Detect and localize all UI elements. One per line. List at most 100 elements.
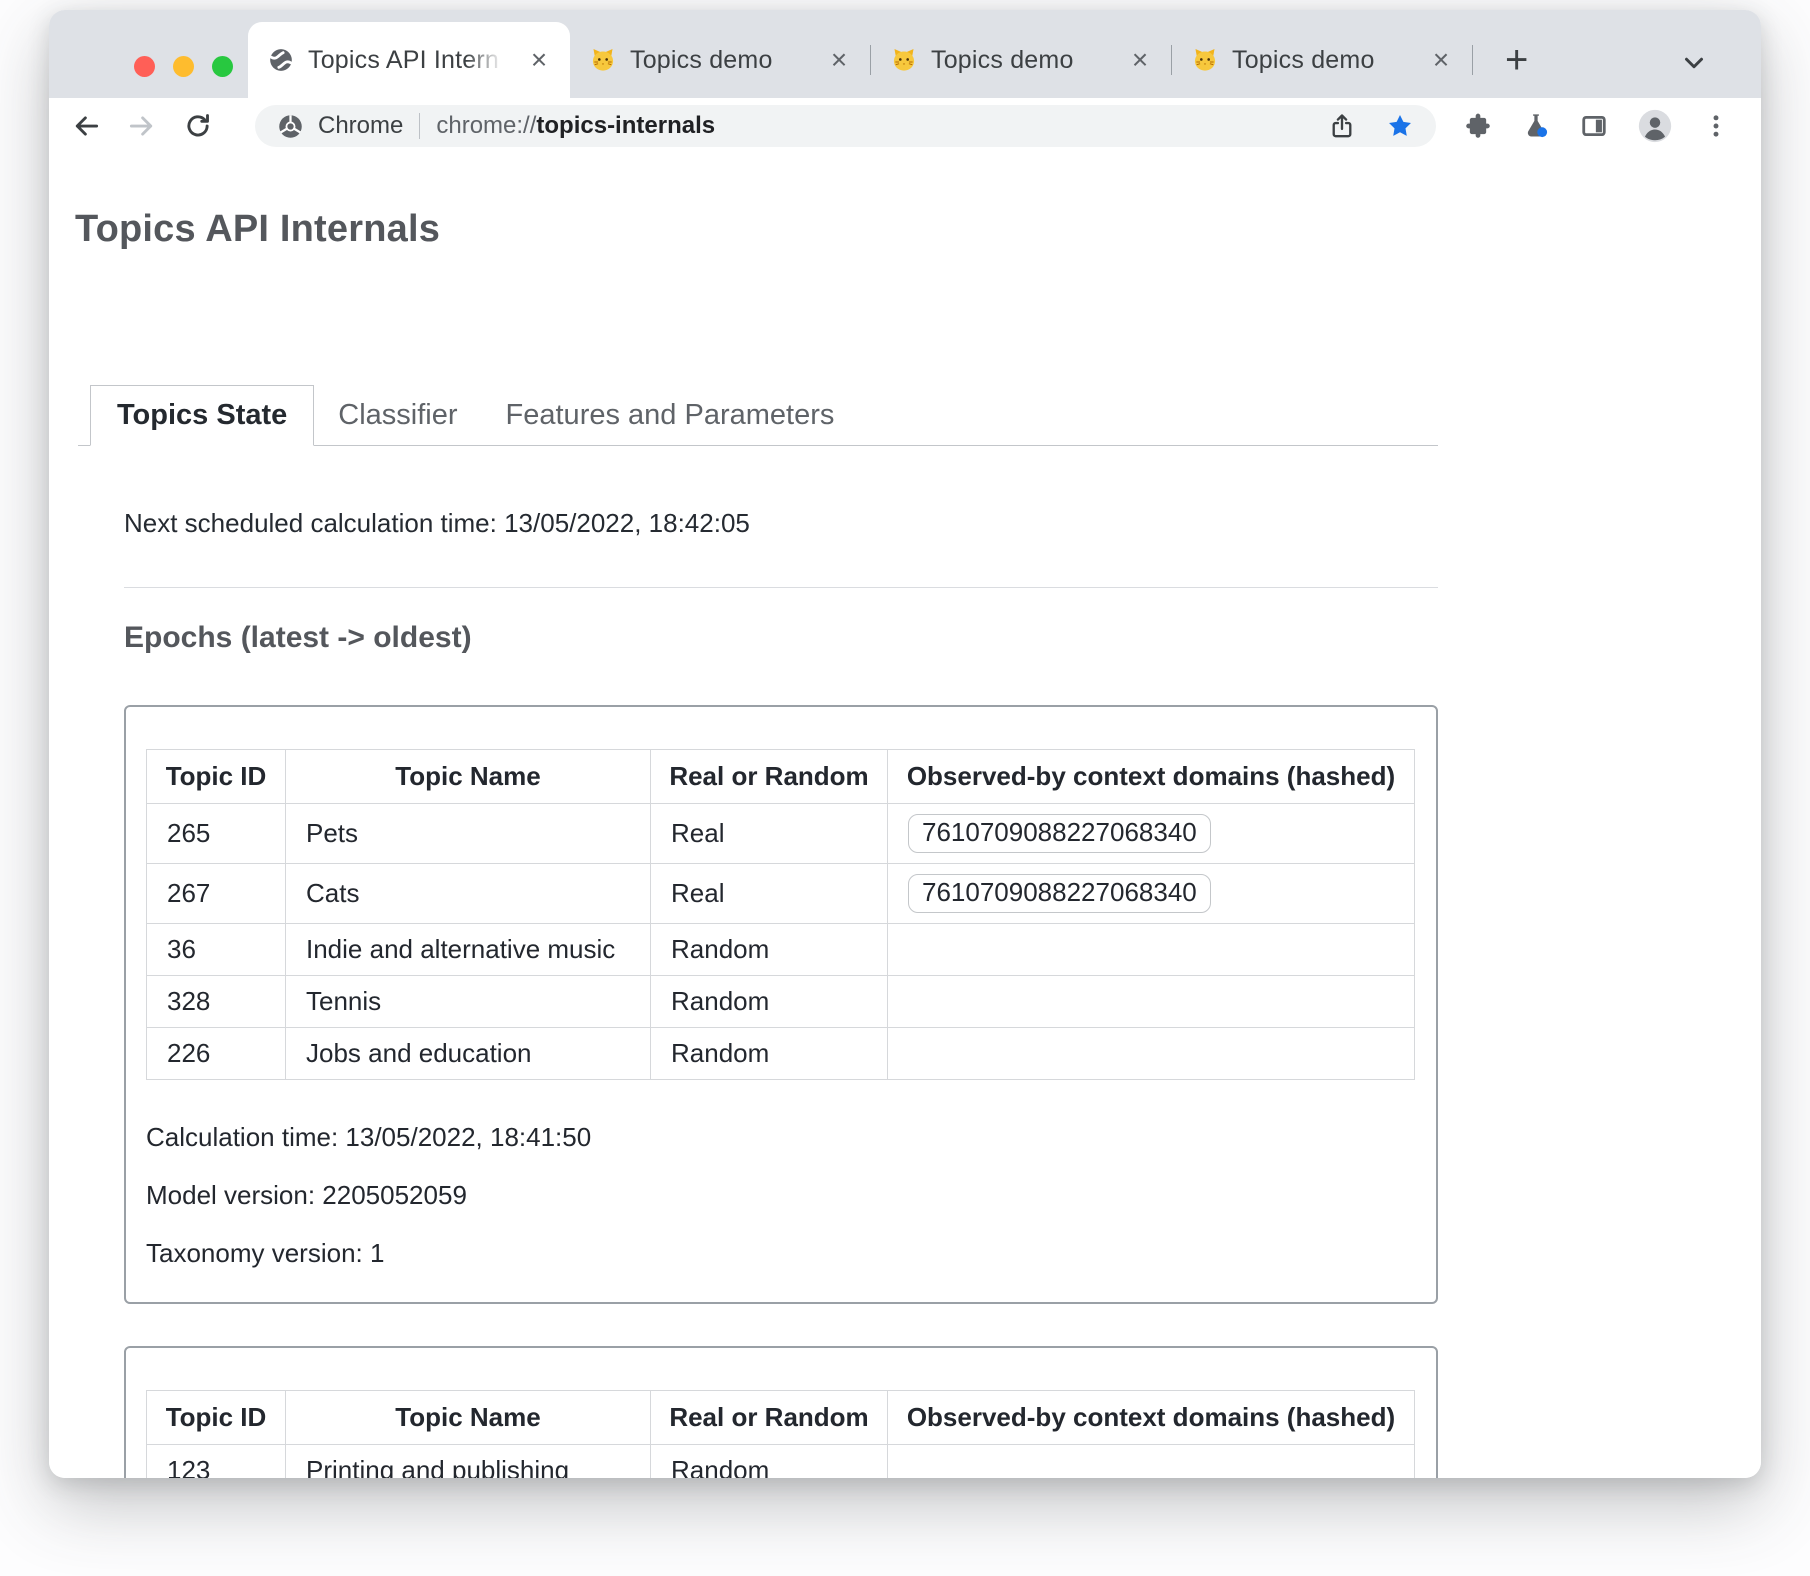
browser-window: Topics API Intern × Topics demo × bbox=[49, 10, 1761, 1478]
epoch-metadata: Calculation time: 13/05/2022, 18:41:50 M… bbox=[146, 1108, 1410, 1282]
browser-tab-topics-demo-1[interactable]: Topics demo × bbox=[570, 22, 870, 98]
globe-favicon-icon bbox=[268, 47, 294, 73]
cat-favicon-icon bbox=[891, 47, 917, 73]
url-host: topics-internals bbox=[536, 112, 715, 139]
forward-button[interactable] bbox=[127, 111, 157, 141]
tab-title: Topics demo bbox=[1232, 46, 1414, 75]
tab-close-icon[interactable]: × bbox=[1426, 46, 1456, 74]
topics-table: Topic ID Topic Name Real or Random Obser… bbox=[146, 749, 1415, 1080]
back-button[interactable] bbox=[71, 111, 101, 141]
real-or-random-cell: Random bbox=[651, 1445, 888, 1479]
topic-name-cell: Indie and alternative music bbox=[286, 924, 651, 976]
real-or-random-cell: Random bbox=[651, 976, 888, 1028]
table-row: 123 Printing and publishing Random bbox=[147, 1445, 1415, 1479]
model-version: Model version: 2205052059 bbox=[146, 1166, 1410, 1224]
topic-id-cell: 328 bbox=[147, 976, 286, 1028]
col-topic-id: Topic ID bbox=[147, 750, 286, 804]
tab-separator bbox=[1472, 45, 1473, 75]
close-window-button[interactable] bbox=[134, 56, 155, 77]
observed-domains-cell: 7610709088227068340 bbox=[888, 804, 1415, 864]
new-tab-button[interactable]: + bbox=[1497, 40, 1536, 80]
topic-id-cell: 267 bbox=[147, 864, 286, 924]
col-observed-domains: Observed-by context domains (hashed) bbox=[888, 750, 1415, 804]
hashed-domain-chip: 7610709088227068340 bbox=[908, 814, 1211, 853]
col-topic-name: Topic Name bbox=[286, 750, 651, 804]
page-content: Topics API Internals Topics State Classi… bbox=[49, 154, 1761, 1478]
menu-dots-icon[interactable] bbox=[1702, 112, 1730, 140]
topic-name-cell: Cats bbox=[286, 864, 651, 924]
browser-toolbar: Chrome chrome://topics-internals bbox=[49, 98, 1761, 154]
tab-topics-state[interactable]: Topics State bbox=[90, 385, 314, 446]
omnibox-site-label: Chrome bbox=[318, 112, 403, 140]
topic-id-cell: 226 bbox=[147, 1028, 286, 1080]
browser-tab-topics-demo-3[interactable]: Topics demo × bbox=[1172, 22, 1472, 98]
col-real-or-random: Real or Random bbox=[651, 1391, 888, 1445]
real-or-random-cell: Real bbox=[651, 864, 888, 924]
tab-close-icon[interactable]: × bbox=[524, 46, 554, 74]
tab-title: Topics API Intern bbox=[308, 46, 512, 75]
omnibox-separator bbox=[419, 113, 420, 139]
extensions-puzzle-icon[interactable] bbox=[1464, 112, 1492, 140]
reload-button[interactable] bbox=[183, 111, 213, 141]
topic-id-cell: 36 bbox=[147, 924, 286, 976]
observed-domains-cell bbox=[888, 1445, 1415, 1479]
tab-close-icon[interactable]: × bbox=[1125, 46, 1155, 74]
epoch-panel: Topic ID Topic Name Real or Random Obser… bbox=[124, 1346, 1438, 1478]
tabs-container: Topics API Intern × Topics demo × bbox=[248, 22, 1536, 98]
observed-domains-cell: 7610709088227068340 bbox=[888, 864, 1415, 924]
hashed-domain-chip: 7610709088227068340 bbox=[908, 874, 1211, 913]
bookmark-star-icon[interactable] bbox=[1386, 112, 1414, 140]
share-icon[interactable] bbox=[1328, 112, 1356, 140]
topic-name-cell: Tennis bbox=[286, 976, 651, 1028]
tab-search-chevron-icon[interactable] bbox=[1679, 48, 1709, 78]
page-title: Topics API Internals bbox=[75, 208, 1761, 251]
omnibox-url: chrome://topics-internals bbox=[436, 112, 715, 140]
taxonomy-version: Taxonomy version: 1 bbox=[146, 1224, 1410, 1282]
real-or-random-cell: Random bbox=[651, 924, 888, 976]
side-panel-icon[interactable] bbox=[1580, 112, 1608, 140]
col-topic-name: Topic Name bbox=[286, 1391, 651, 1445]
real-or-random-cell: Real bbox=[651, 804, 888, 864]
real-or-random-cell: Random bbox=[651, 1028, 888, 1080]
toolbar-action-icons bbox=[1464, 109, 1730, 143]
chrome-logo-icon bbox=[277, 113, 304, 140]
col-observed-domains: Observed-by context domains (hashed) bbox=[888, 1391, 1415, 1445]
col-real-or-random: Real or Random bbox=[651, 750, 888, 804]
omnibox-address-bar[interactable]: Chrome chrome://topics-internals bbox=[255, 105, 1436, 147]
next-calculation-time: Next scheduled calculation time: 13/05/2… bbox=[124, 508, 1761, 539]
topic-name-cell: Pets bbox=[286, 804, 651, 864]
tab-close-icon[interactable]: × bbox=[824, 46, 854, 74]
table-header-row: Topic ID Topic Name Real or Random Obser… bbox=[147, 750, 1415, 804]
window-controls bbox=[134, 56, 233, 77]
page-tab-strip: Topics State Classifier Features and Par… bbox=[78, 385, 1438, 446]
table-row: 36 Indie and alternative music Random bbox=[147, 924, 1415, 976]
table-header-row: Topic ID Topic Name Real or Random Obser… bbox=[147, 1391, 1415, 1445]
tab-features-and-parameters[interactable]: Features and Parameters bbox=[482, 386, 859, 445]
url-scheme: chrome:// bbox=[436, 112, 536, 139]
observed-domains-cell bbox=[888, 924, 1415, 976]
tab-title: Topics demo bbox=[931, 46, 1113, 75]
minimize-window-button[interactable] bbox=[173, 56, 194, 77]
experiments-flask-icon[interactable] bbox=[1522, 112, 1550, 140]
tab-title: Topics demo bbox=[630, 46, 812, 75]
table-row: 265 Pets Real 7610709088227068340 bbox=[147, 804, 1415, 864]
table-row: 267 Cats Real 7610709088227068340 bbox=[147, 864, 1415, 924]
calculation-time: Calculation time: 13/05/2022, 18:41:50 bbox=[146, 1108, 1410, 1166]
profile-avatar[interactable] bbox=[1638, 109, 1672, 143]
topic-name-cell: Jobs and education bbox=[286, 1028, 651, 1080]
topic-id-cell: 265 bbox=[147, 804, 286, 864]
tab-classifier[interactable]: Classifier bbox=[314, 386, 481, 445]
topic-id-cell: 123 bbox=[147, 1445, 286, 1479]
fullscreen-window-button[interactable] bbox=[212, 56, 233, 77]
cat-favicon-icon bbox=[590, 47, 616, 73]
observed-domains-cell bbox=[888, 976, 1415, 1028]
table-row: 226 Jobs and education Random bbox=[147, 1028, 1415, 1080]
divider bbox=[124, 587, 1438, 588]
browser-tab-topics-internals[interactable]: Topics API Intern × bbox=[248, 22, 570, 98]
topics-table: Topic ID Topic Name Real or Random Obser… bbox=[146, 1390, 1415, 1478]
topic-name-cell: Printing and publishing bbox=[286, 1445, 651, 1479]
browser-tab-topics-demo-2[interactable]: Topics demo × bbox=[871, 22, 1171, 98]
table-row: 328 Tennis Random bbox=[147, 976, 1415, 1028]
epoch-panel: Topic ID Topic Name Real or Random Obser… bbox=[124, 705, 1438, 1304]
col-topic-id: Topic ID bbox=[147, 1391, 286, 1445]
